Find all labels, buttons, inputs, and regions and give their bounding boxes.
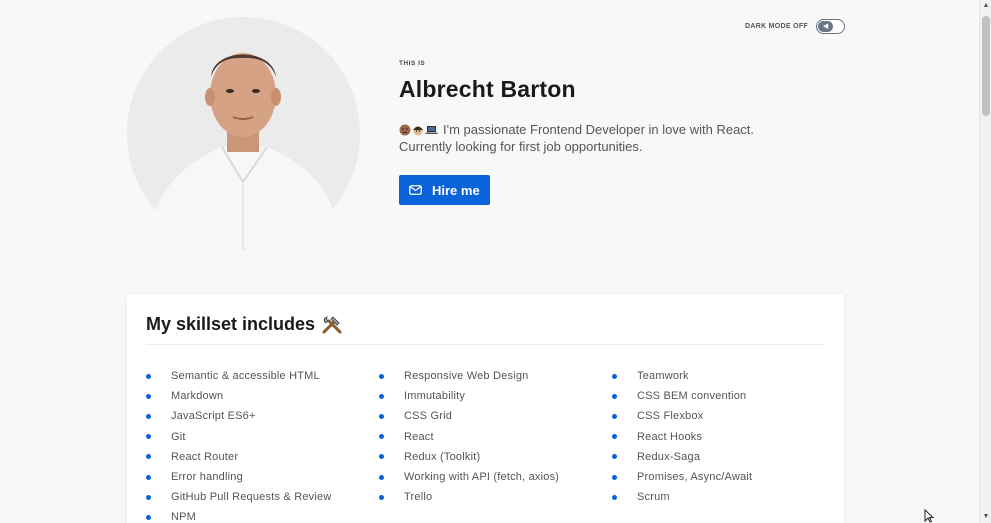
hire-me-button[interactable]: Hire me — [399, 175, 490, 205]
skills-column-3: Teamwork CSS BEM convention CSS Flexbox … — [612, 366, 752, 507]
skills-card: My skillset includes Semantic & accessib… — [127, 294, 844, 523]
bullet-icon — [612, 434, 617, 440]
list-item: Markdown — [146, 386, 331, 406]
bullet-icon — [146, 514, 151, 520]
bullet-icon — [612, 474, 617, 480]
scroll-thumb[interactable] — [982, 16, 990, 116]
skills-column-2: Responsive Web Design Immutability CSS G… — [379, 366, 559, 507]
bullet-icon — [146, 474, 151, 480]
mail-icon — [409, 185, 422, 195]
list-item: GitHub Pull Requests & Review — [146, 487, 331, 507]
list-item: Teamwork — [612, 366, 752, 386]
bio-line-2: Currently looking for first job opportun… — [399, 139, 643, 154]
dark-mode-switch[interactable]: ◀ — [816, 19, 846, 34]
bullet-icon — [379, 434, 384, 440]
hero-section: THIS IS Albrecht Barton I'm passionate F… — [399, 60, 819, 205]
bullet-icon — [146, 413, 151, 419]
hire-me-label: Hire me — [432, 182, 480, 198]
list-item: Trello — [379, 487, 559, 507]
bullet-icon — [146, 393, 151, 399]
skills-title-text: My skillset includes — [146, 314, 316, 334]
skills-column-1: Semantic & accessible HTML Markdown Java… — [146, 366, 331, 523]
avatar — [127, 17, 360, 250]
list-item: Error handling — [146, 467, 331, 487]
bio-text: I'm passionate Frontend Developer in lov… — [399, 121, 819, 155]
bullet-icon — [612, 413, 617, 419]
list-item: CSS BEM convention — [612, 386, 752, 406]
bullet-icon — [146, 373, 151, 379]
list-item: Redux (Toolkit) — [379, 447, 559, 467]
skills-title: My skillset includes — [146, 314, 343, 335]
list-item: CSS Grid — [379, 406, 559, 426]
mouse-cursor-icon — [924, 509, 934, 523]
divider — [146, 344, 825, 345]
bullet-icon — [379, 474, 384, 480]
list-item: Scrum — [612, 487, 752, 507]
list-item: React Hooks — [612, 427, 752, 447]
list-item: Promises, Async/Await — [612, 467, 752, 487]
list-item: Git — [146, 427, 331, 447]
bullet-icon — [379, 454, 384, 460]
bullet-icon — [612, 393, 617, 399]
list-item: Working with API (fetch, axios) — [379, 467, 559, 487]
dark-mode-label: DARK MODE OFF — [745, 23, 809, 30]
bullet-icon — [612, 454, 617, 460]
bullet-icon — [612, 494, 617, 500]
bio-line-1: I'm passionate Frontend Developer in lov… — [443, 122, 755, 137]
pre-title: THIS IS — [399, 60, 426, 67]
list-item: JavaScript ES6+ — [146, 406, 331, 426]
list-item: React — [379, 427, 559, 447]
tools-icon — [322, 315, 342, 333]
list-item: CSS Flexbox — [612, 406, 752, 426]
bullet-icon — [612, 373, 617, 379]
bullet-icon — [379, 413, 384, 419]
bullet-icon — [379, 494, 384, 500]
dark-mode-toggle[interactable]: DARK MODE OFF ◀ — [745, 19, 846, 34]
bullet-icon — [379, 373, 384, 379]
list-item: NPM — [146, 507, 331, 523]
bullet-icon — [146, 494, 151, 500]
vertical-scrollbar[interactable]: ▲ ▼ — [979, 0, 991, 523]
list-item: Semantic & accessible HTML — [146, 366, 331, 386]
page-title: Albrecht Barton — [399, 76, 576, 102]
scroll-down-icon[interactable]: ▼ — [980, 511, 991, 523]
list-item: React Router — [146, 447, 331, 467]
bullet-icon — [146, 434, 151, 440]
list-item: Immutability — [379, 386, 559, 406]
list-item: Redux-Saga — [612, 447, 752, 467]
list-item: Responsive Web Design — [379, 366, 559, 386]
bullet-icon — [146, 454, 151, 460]
scroll-up-icon[interactable]: ▲ — [980, 0, 991, 12]
bullet-icon — [379, 393, 384, 399]
speaker-icon: ◀ — [818, 21, 834, 32]
developer-emoji-icon — [399, 124, 438, 136]
